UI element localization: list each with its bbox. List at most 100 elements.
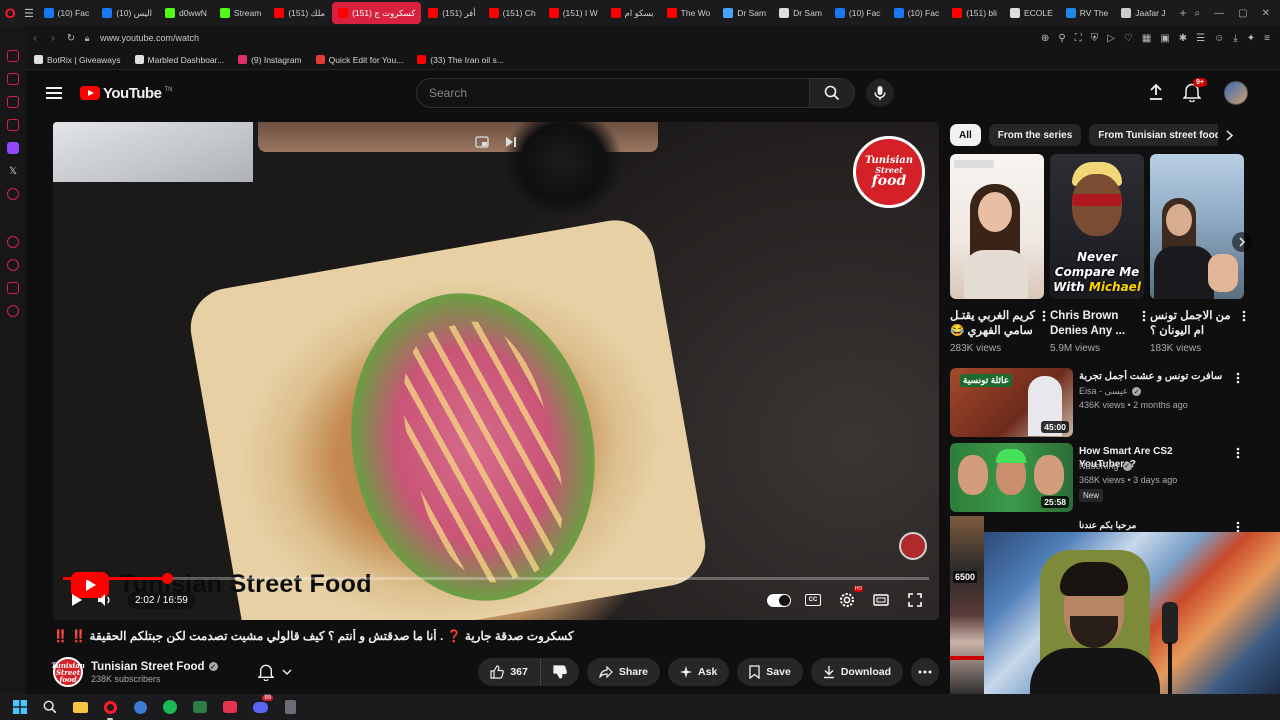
- share-button[interactable]: Share: [586, 658, 661, 686]
- short-thumbnail[interactable]: [1150, 154, 1244, 299]
- pin-icon[interactable]: ⚲: [1058, 33, 1065, 44]
- app2-taskbar-icon[interactable]: [220, 697, 240, 717]
- browser-tab[interactable]: Stream: [214, 2, 267, 24]
- short-item[interactable]: Never Compare Me With Michael Chris Brow…: [1050, 154, 1146, 354]
- taskbar-search-icon[interactable]: [40, 697, 60, 717]
- browser-tab[interactable]: (151) bli: [946, 2, 1003, 24]
- short-thumbnail[interactable]: Never Compare Me With Michael: [1050, 154, 1144, 299]
- back-button[interactable]: ‹: [26, 33, 44, 44]
- search-button[interactable]: [809, 78, 855, 108]
- notifications-button[interactable]: 9+: [1182, 78, 1207, 107]
- forward-button[interactable]: ›: [44, 33, 62, 44]
- maximize-button[interactable]: ▢: [1238, 8, 1247, 19]
- filter-chip[interactable]: All: [950, 124, 981, 146]
- recommended-video[interactable]: عائلة تونسية 45:00 سافرت تونس و عشت أجمل…: [950, 368, 1250, 438]
- browser-tab[interactable]: (151) Ch: [483, 2, 542, 24]
- sidebar-x-icon[interactable]: 𝕏: [7, 165, 19, 177]
- more-vertical-icon[interactable]: [1242, 310, 1246, 322]
- reload-button[interactable]: ↻: [62, 33, 80, 44]
- browser-tab[interactable]: (10) Fac: [888, 2, 946, 24]
- filter-chip[interactable]: From Tunisian street food: [1089, 124, 1230, 146]
- browser-tab[interactable]: (151) أفر: [422, 2, 481, 24]
- file-explorer-icon[interactable]: [70, 697, 90, 717]
- bookmark-item[interactable]: Quick Edit for You...: [315, 55, 403, 65]
- sidebar-clock-icon[interactable]: [7, 259, 19, 271]
- app-taskbar-icon[interactable]: [130, 697, 150, 717]
- download-icon[interactable]: ⤓: [1233, 33, 1237, 44]
- ask-button[interactable]: Ask: [668, 658, 730, 686]
- minimize-button[interactable]: —: [1214, 8, 1224, 19]
- chips-next-button[interactable]: [1218, 124, 1240, 146]
- browser-tab[interactable]: (151) كسكروت ج: [332, 2, 422, 24]
- more-vertical-icon[interactable]: [1236, 447, 1240, 459]
- subtitles-button[interactable]: CC: [799, 588, 827, 612]
- browser-tab[interactable]: (151) ملك: [268, 2, 331, 24]
- profile-icon[interactable]: ☺: [1214, 33, 1224, 44]
- search-tabs-icon[interactable]: ⌕: [1195, 8, 1201, 19]
- bookmark-heart-icon[interactable]: ♡: [1124, 33, 1133, 44]
- theater-mode-button[interactable]: [867, 588, 895, 612]
- create-button[interactable]: [1148, 83, 1164, 106]
- opera-taskbar-icon[interactable]: [100, 697, 120, 720]
- video-channel[interactable]: Eisa - عيسى: [1079, 386, 1128, 397]
- account-avatar[interactable]: [1224, 81, 1248, 105]
- more-vertical-icon[interactable]: [1042, 310, 1046, 322]
- sidebar-wallet-icon[interactable]: [7, 96, 19, 108]
- browser-tab[interactable]: Dr Sam: [717, 2, 772, 24]
- autoplay-toggle[interactable]: [765, 588, 793, 612]
- browser-tab[interactable]: Dr Sam: [773, 2, 828, 24]
- video-channel[interactable]: NadeKing: [1079, 461, 1119, 471]
- settings-button[interactable]: HD: [833, 586, 863, 612]
- lock-icon[interactable]: 🔒︎: [80, 33, 94, 44]
- miniplayer-icon[interactable]: [475, 136, 489, 148]
- browser-tab[interactable]: بسكو ام: [605, 2, 660, 24]
- short-item[interactable]: من الاجمل تونس ام اليونان ؟ 183K views: [1150, 154, 1246, 354]
- menu-icon[interactable]: ≡: [1264, 33, 1270, 44]
- scrubber-handle[interactable]: [161, 573, 173, 584]
- short-title[interactable]: Chris Brown Denies Any ...: [1050, 309, 1144, 339]
- mute-button[interactable]: [91, 588, 119, 612]
- save-button[interactable]: Save: [737, 658, 803, 686]
- shorts-next-button[interactable]: [1232, 232, 1252, 252]
- bookmark-item[interactable]: (33) The Iran oil s...: [417, 55, 504, 65]
- video-thumbnail[interactable]: 25:58: [950, 443, 1073, 512]
- easy-setup-icon[interactable]: ☰: [1196, 33, 1205, 44]
- youtube-logo[interactable]: YouTube TN: [80, 85, 172, 102]
- short-title[interactable]: من الاجمل تونس ام اليونان ؟: [1150, 309, 1244, 339]
- channel-branding-watermark[interactable]: [899, 532, 927, 560]
- workspaces-icon[interactable]: ☰: [20, 7, 37, 20]
- video-title[interactable]: سافرت تونس و عشت أجمل تجربة: [1079, 370, 1227, 383]
- calculator-taskbar-icon[interactable]: [280, 697, 300, 717]
- browser-tab[interactable]: (10) Fac: [38, 2, 96, 24]
- recommended-video[interactable]: مرحبا بكم عندنا: [950, 518, 1250, 533]
- spotify-taskbar-icon[interactable]: [160, 697, 180, 717]
- sidebar-history-icon[interactable]: [7, 236, 19, 248]
- sidebar-music-icon[interactable]: [7, 188, 19, 200]
- player-icon[interactable]: ▷: [1107, 33, 1115, 44]
- channel-name[interactable]: Tunisian Street Food: [91, 661, 205, 673]
- browser-tab[interactable]: Jaafar J: [1115, 2, 1171, 24]
- short-title[interactable]: كريم الغربي يقتـل سامي الفهري 😂: [950, 309, 1044, 339]
- short-item[interactable]: كريم الغربي يقتـل سامي الفهري 😂 283K vie…: [950, 154, 1046, 354]
- bookmark-item[interactable]: Marbled Dashboar...: [134, 55, 224, 65]
- channel-avatar[interactable]: Tunisian Street food: [51, 657, 85, 687]
- subscription-bell-button[interactable]: [252, 658, 298, 686]
- guide-menu-icon[interactable]: [46, 87, 62, 99]
- like-button[interactable]: 367: [478, 658, 541, 686]
- download-button[interactable]: Download: [810, 658, 903, 686]
- video-title[interactable]: مرحبا بكم عندنا: [1079, 520, 1136, 531]
- extension-icon[interactable]: ▦: [1142, 33, 1151, 44]
- more-actions-button[interactable]: [911, 658, 939, 686]
- bookmark-item[interactable]: (9) Instagram: [238, 55, 302, 65]
- bookmark-item[interactable]: BotRix | Giveaways: [34, 55, 121, 65]
- windows-start-icon[interactable]: [10, 697, 30, 717]
- sidebar-bag-icon[interactable]: [7, 73, 19, 85]
- puzzle-icon[interactable]: ✱: [1179, 33, 1187, 44]
- video-thumbnail[interactable]: عائلة تونسية 45:00: [950, 368, 1073, 437]
- recommended-thumbnail-strip[interactable]: 6500: [950, 516, 984, 696]
- voice-search-button[interactable]: [866, 79, 894, 107]
- url-field[interactable]: www.youtube.com/watch: [100, 33, 199, 43]
- browser-tab[interactable]: (10) Fac: [829, 2, 887, 24]
- dislike-button[interactable]: [541, 658, 579, 686]
- browser-tab[interactable]: (151) I W: [543, 2, 604, 24]
